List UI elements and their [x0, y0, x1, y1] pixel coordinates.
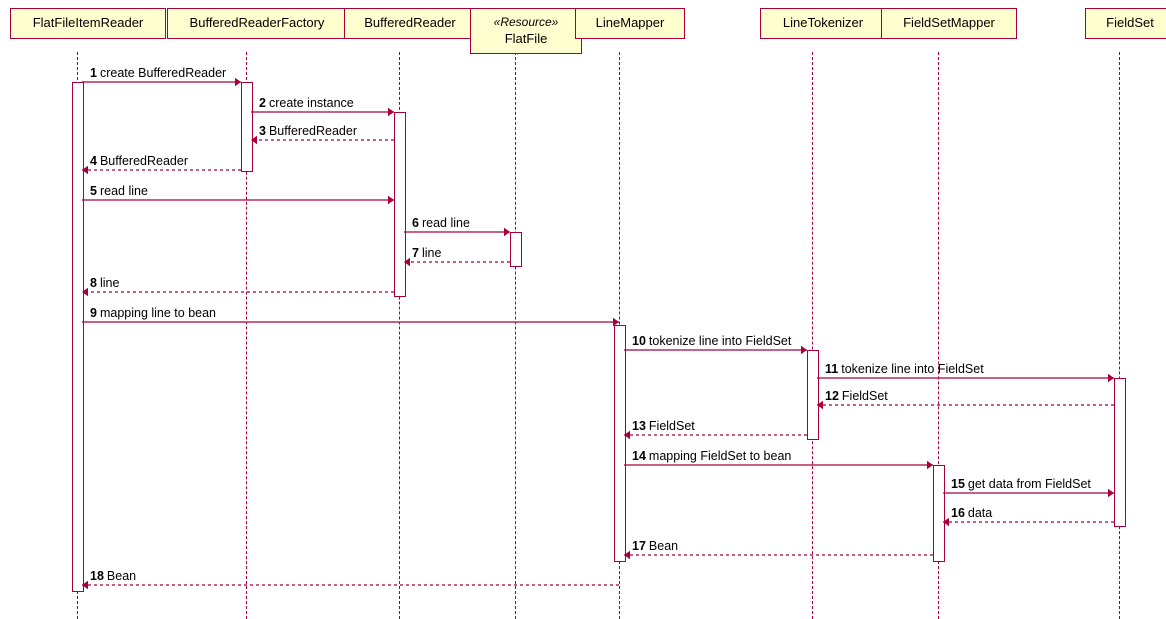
participant-label: LineTokenizer	[771, 15, 875, 32]
message-text: tokenize line into FieldSet	[841, 362, 983, 376]
message-4: 4BufferedReader	[90, 154, 188, 168]
message-number: 7	[412, 246, 419, 260]
message-text: tokenize line into FieldSet	[649, 334, 791, 348]
message-text: mapping FieldSet to bean	[649, 449, 791, 463]
message-text: create BufferedReader	[100, 66, 226, 80]
message-text: Bean	[649, 539, 678, 553]
message-text: FieldSet	[842, 389, 888, 403]
message-number: 16	[951, 506, 965, 520]
message-text: create instance	[269, 96, 354, 110]
message-text: mapping line to bean	[100, 306, 216, 320]
message-12: 12FieldSet	[825, 389, 888, 403]
message-number: 14	[632, 449, 646, 463]
message-number: 6	[412, 216, 419, 230]
message-number: 4	[90, 154, 97, 168]
message-number: 2	[259, 96, 266, 110]
message-15: 15get data from FieldSet	[951, 477, 1091, 491]
participant-flatFileItemReader: FlatFileItemReader	[10, 8, 166, 39]
participant-fieldSetMapper: FieldSetMapper	[881, 8, 1017, 39]
activation-bufferedReaderFactory	[241, 82, 253, 172]
message-number: 12	[825, 389, 839, 403]
message-number: 15	[951, 477, 965, 491]
lifeline-fieldSet	[1119, 52, 1120, 619]
message-number: 1	[90, 66, 97, 80]
activation-flatFile	[510, 232, 522, 267]
message-14: 14mapping FieldSet to bean	[632, 449, 791, 463]
participant-label: FieldSetMapper	[892, 15, 1006, 32]
message-number: 3	[259, 124, 266, 138]
activation-lineMapper	[614, 325, 626, 562]
message-number: 17	[632, 539, 646, 553]
lifeline-flatFile	[515, 52, 516, 619]
message-10: 10tokenize line into FieldSet	[632, 334, 791, 348]
message-number: 10	[632, 334, 646, 348]
message-text: BufferedReader	[269, 124, 357, 138]
participant-flatFile: «Resource»FlatFile	[470, 8, 582, 54]
message-17: 17Bean	[632, 539, 678, 553]
participant-label: FlatFileItemReader	[21, 15, 155, 32]
participant-stereotype: «Resource»	[481, 15, 571, 31]
message-7: 7line	[412, 246, 441, 260]
lifeline-lineTokenizer	[812, 52, 813, 619]
message-number: 11	[825, 362, 838, 376]
message-text: get data from FieldSet	[968, 477, 1091, 491]
message-number: 5	[90, 184, 97, 198]
message-3: 3BufferedReader	[259, 124, 357, 138]
message-text: BufferedReader	[100, 154, 188, 168]
message-number: 18	[90, 569, 104, 583]
participant-lineMapper: LineMapper	[575, 8, 685, 39]
participant-label: LineMapper	[586, 15, 674, 32]
message-2: 2create instance	[259, 96, 354, 110]
message-6: 6read line	[412, 216, 470, 230]
participant-label: BufferedReaderFactory	[178, 15, 336, 32]
message-text: FieldSet	[649, 419, 695, 433]
participant-label: BufferedReader	[355, 15, 465, 32]
message-5: 5read line	[90, 184, 148, 198]
message-11: 11tokenize line into FieldSet	[825, 362, 984, 376]
message-text: read line	[100, 184, 148, 198]
message-text: data	[968, 506, 992, 520]
message-text: line	[422, 246, 441, 260]
activation-fieldSet	[1114, 378, 1126, 527]
activation-bufferedReader	[394, 112, 406, 297]
message-number: 13	[632, 419, 646, 433]
activation-lineTokenizer	[807, 350, 819, 440]
message-text: Bean	[107, 569, 136, 583]
participant-label: FlatFile	[481, 31, 571, 48]
activation-fieldSetMapper	[933, 465, 945, 562]
participant-fieldSet: FieldSet	[1085, 8, 1166, 39]
message-1: 1create BufferedReader	[90, 66, 226, 80]
message-16: 16data	[951, 506, 992, 520]
message-number: 8	[90, 276, 97, 290]
participant-bufferedReaderFactory: BufferedReaderFactory	[167, 8, 347, 39]
message-text: line	[100, 276, 119, 290]
message-8: 8line	[90, 276, 119, 290]
participant-lineTokenizer: LineTokenizer	[760, 8, 886, 39]
activation-flatFileItemReader	[72, 82, 84, 592]
message-text: read line	[422, 216, 470, 230]
message-18: 18Bean	[90, 569, 136, 583]
participant-bufferedReader: BufferedReader	[344, 8, 476, 39]
message-13: 13FieldSet	[632, 419, 695, 433]
message-number: 9	[90, 306, 97, 320]
participant-label: FieldSet	[1096, 15, 1164, 32]
message-9: 9mapping line to bean	[90, 306, 216, 320]
